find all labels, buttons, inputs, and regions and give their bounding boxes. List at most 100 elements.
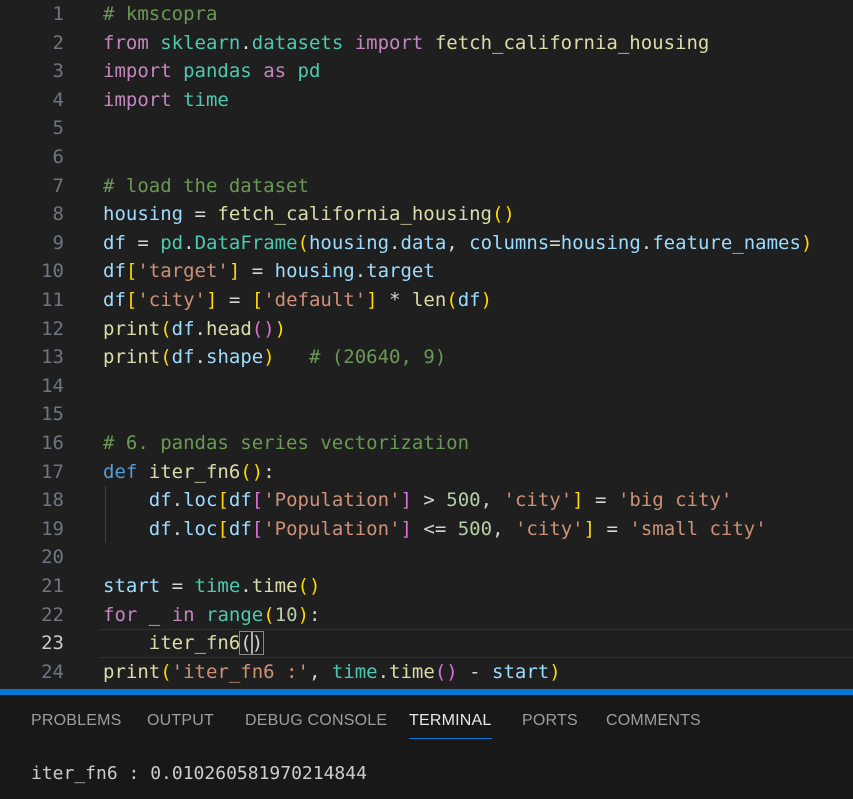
line-number: 22 [41, 603, 64, 626]
line-number: 13 [41, 346, 64, 369]
code-token: , [446, 231, 470, 254]
code-token: 'city' [514, 517, 584, 540]
code-token: () [251, 317, 275, 340]
code-token: . [240, 575, 252, 597]
code-line[interactable]: 9 df = pd.DataFrame(housing.data, columns… [0, 229, 853, 258]
code-editor[interactable]: 1 # kmscopra 2 from sklearn.datasets import… [0, 0, 853, 689]
code-line[interactable]: 1 # kmscopra [0, 0, 853, 29]
code-token: ) [480, 289, 493, 311]
code-token: () [491, 203, 515, 226]
code-token: [ [217, 489, 229, 512]
code-token: 'Population' [263, 517, 401, 540]
code-token: ] [572, 489, 584, 512]
code-token: , [308, 660, 332, 683]
line-number: 10 [41, 260, 64, 283]
tab-problems[interactable]: PROBLEMS [31, 712, 122, 730]
code-token: df [171, 346, 195, 369]
code-token: start [103, 575, 161, 597]
code-token: () [434, 660, 458, 683]
code-token: [ [125, 260, 138, 283]
code-line[interactable]: 13 print(df.shape) # (20640, 9) [0, 343, 853, 372]
line-number: 18 [41, 489, 64, 512]
code-token: df [148, 489, 172, 512]
code-line[interactable]: 24 print('iter_fn6 :', time.time() - star… [0, 658, 853, 687]
code-token: time [251, 575, 298, 597]
code-token: in [171, 603, 195, 626]
code-line[interactable]: 20 [0, 543, 853, 572]
line-number: 3 [52, 60, 64, 83]
code-line[interactable]: 23 iter_fn6() [0, 629, 853, 658]
line-number: 15 [41, 403, 64, 426]
code-line[interactable]: 21 start = time.time() [0, 572, 853, 601]
code-token: shape [206, 346, 264, 369]
code-text: def iter_fn6(): [103, 458, 275, 487]
code-token: fetch_california_housing [217, 203, 492, 226]
code-token: housing [274, 260, 355, 283]
code-token: 'city' [137, 289, 206, 311]
code-line[interactable]: 18 df.loc[df['Population'] > 500, 'city'… [0, 486, 853, 515]
code-text: housing = fetch_california_housing() [103, 200, 515, 229]
terminal-output[interactable]: iter_fn6 : 0.010260581970214844 [31, 763, 367, 784]
code-line[interactable]: 6 [0, 143, 853, 172]
code-line[interactable]: 5 [0, 114, 853, 143]
code-line[interactable]: 22 for _ in range(10): [0, 601, 853, 630]
code-text: start = time.time() [103, 572, 320, 601]
code-line[interactable]: 17 def iter_fn6(): [0, 458, 853, 487]
line-number: 2 [52, 31, 64, 54]
line-number: 14 [41, 374, 64, 397]
code-token: ) [263, 346, 275, 369]
code-token: 500 [457, 517, 493, 540]
code-token: > [411, 489, 447, 512]
code-text: from sklearn.datasets import fetch_calif… [103, 29, 709, 58]
code-line[interactable]: 2 from sklearn.datasets import fetch_cali… [0, 29, 853, 58]
line-number: 6 [52, 146, 64, 168]
tab-ports[interactable]: PORTS [522, 712, 578, 730]
tab-terminal[interactable]: TERMINAL [409, 712, 492, 739]
code-token: : [263, 460, 275, 483]
tab-output[interactable]: OUTPUT [147, 712, 214, 730]
code-line[interactable]: 8 housing = fetch_california_housing() [0, 200, 853, 229]
tab-debug-console[interactable]: DEBUG CONSOLE [245, 712, 387, 730]
code-token: time [194, 575, 241, 597]
code-line[interactable]: 12 print(df.head()) [0, 315, 853, 344]
code-token: pd [297, 60, 321, 83]
code-token: [ [125, 289, 138, 311]
code-token: [ [251, 489, 264, 512]
code-token: print [103, 660, 161, 683]
code-token: 'target' [137, 260, 229, 283]
code-token: # kmscopra [103, 3, 218, 25]
code-line[interactable]: 14 [0, 372, 853, 401]
code-line[interactable]: 11 df['city'] = ['default'] * len(df) [0, 286, 853, 315]
code-token: as [263, 60, 287, 83]
code-line[interactable]: 15 [0, 400, 853, 429]
code-line[interactable]: 4 import time [0, 86, 853, 115]
code-token: sklearn [160, 31, 241, 54]
code-line[interactable]: 16 # 6. pandas series vectorization [0, 429, 853, 458]
code-token: range [206, 603, 264, 626]
code-line[interactable]: 10 df['target'] = housing.target [0, 257, 853, 286]
code-token: 'Population' [263, 489, 401, 512]
code-token: 'default' [263, 289, 367, 311]
tab-comments[interactable]: COMMENTS [606, 712, 701, 730]
code-token: ) [800, 231, 813, 254]
code-token: datasets [251, 31, 344, 54]
code-text: import time [103, 86, 229, 115]
code-token: . [354, 260, 367, 283]
code-token: ] [228, 260, 241, 283]
code-line[interactable]: 3 import pandas as pd [0, 57, 853, 86]
code-token: . [377, 660, 390, 683]
code-token: data [400, 231, 447, 254]
code-text: import pandas as pd [103, 57, 320, 86]
code-token: df [103, 289, 126, 311]
code-line[interactable]: 19 df.loc[df['Population'] <= 500, 'city… [0, 515, 853, 544]
code-line[interactable]: 7 # load the dataset [0, 172, 853, 201]
code-token: 'iter_fn6 :' [171, 660, 309, 683]
line-number: 17 [41, 460, 64, 483]
code-token: [ [217, 517, 229, 540]
